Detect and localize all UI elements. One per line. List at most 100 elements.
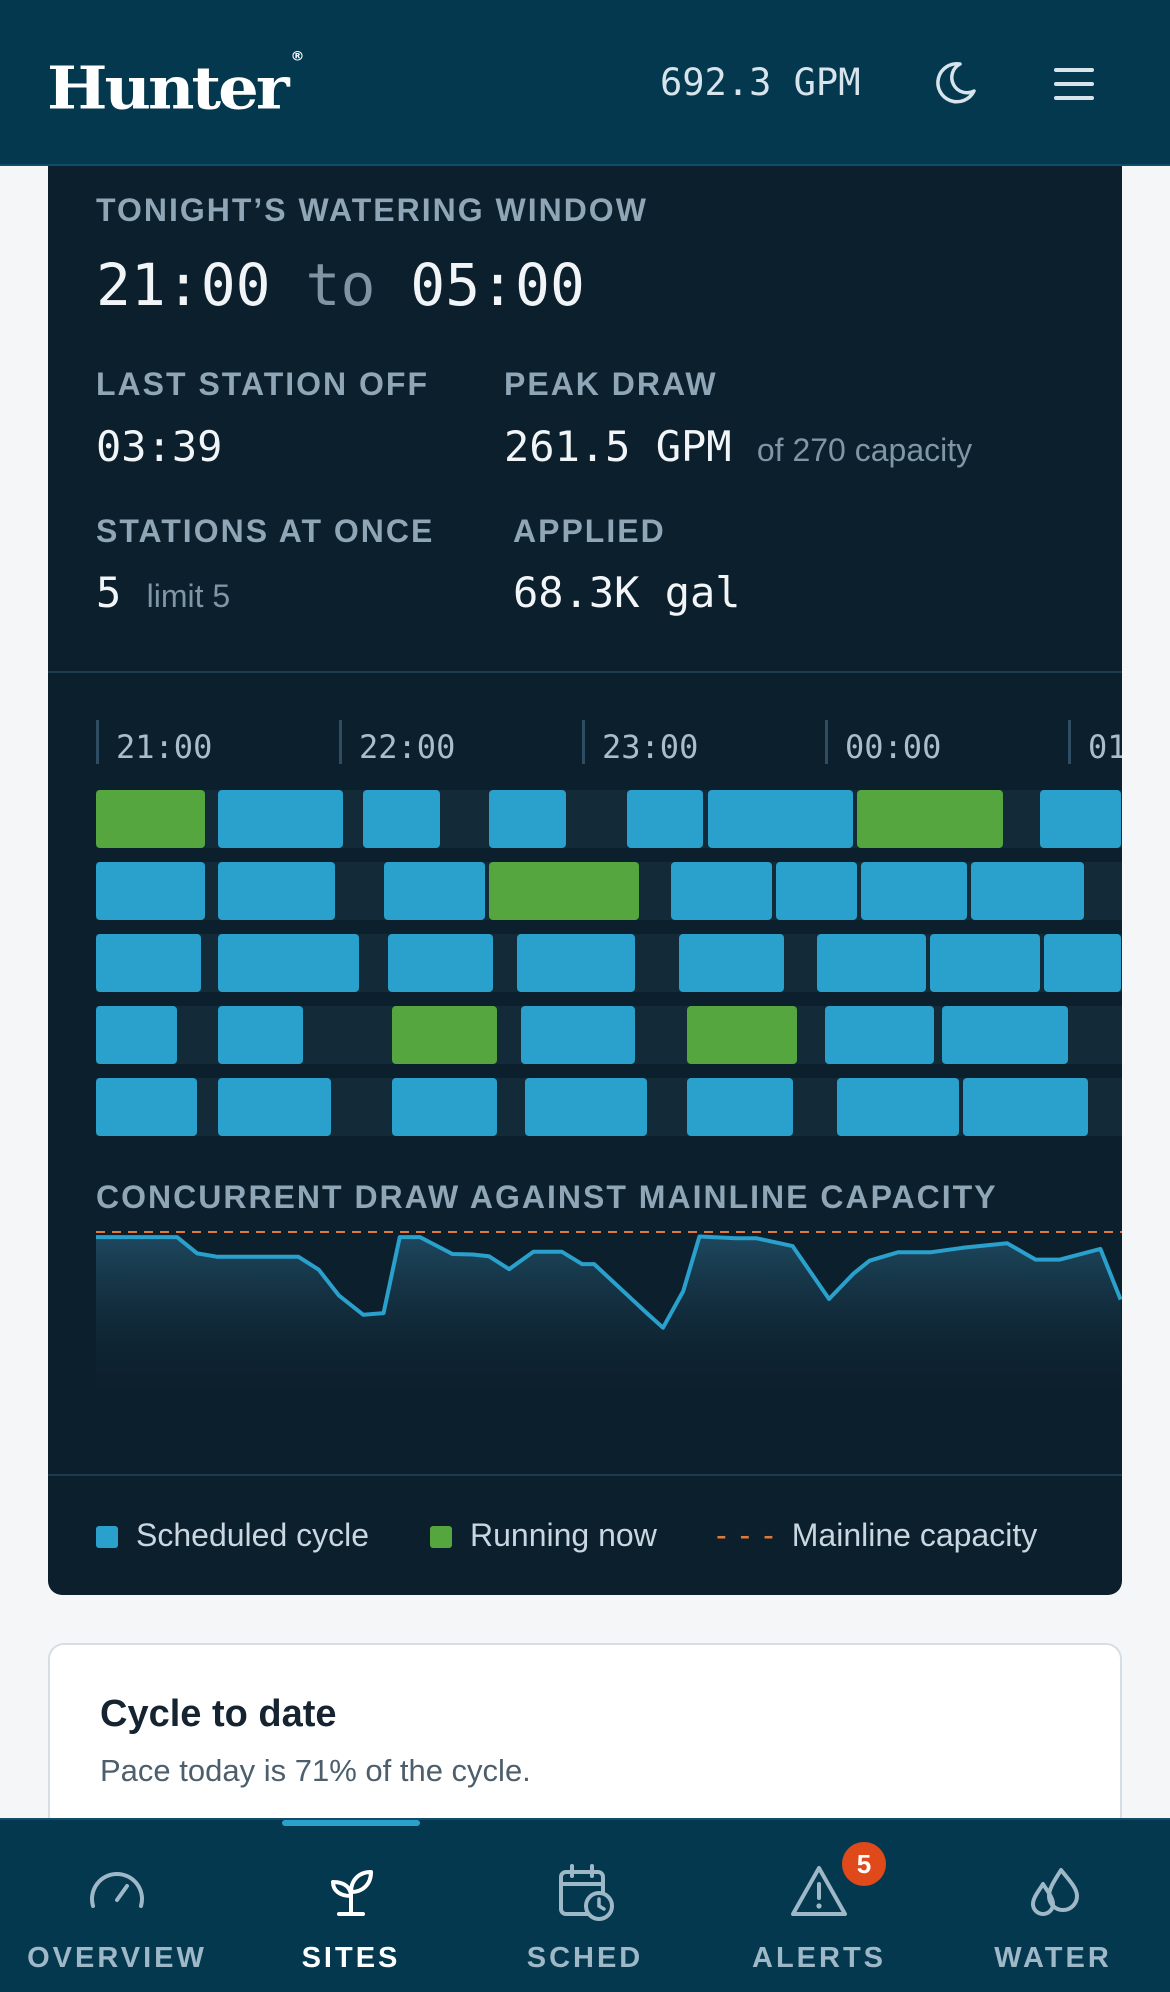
nav-water-label: WATER: [994, 1942, 1112, 1974]
stations-at-once-value: 5 limit 5: [96, 568, 230, 617]
gauge-icon: [90, 1872, 144, 1908]
registered-mark: ®: [290, 49, 305, 64]
card-divider: [48, 671, 1122, 673]
scheduled-cycle-bar[interactable]: [861, 862, 967, 920]
legend-running-label: Running now: [470, 1517, 657, 1553]
stations-at-once-label: STATIONS AT ONCE: [96, 513, 435, 549]
scheduled-cycle-bar[interactable]: [942, 1006, 1068, 1064]
last-station-off-label: LAST STATION OFF: [96, 366, 429, 402]
timeline-tick: [582, 720, 585, 764]
timeline-tick-label: 22:00: [359, 728, 456, 766]
water-drops-icon: [1031, 1868, 1079, 1916]
legend-capacity: - - - Mainline capacity: [716, 1515, 1037, 1555]
hunter-logo[interactable]: Hunter ®: [47, 49, 305, 124]
nav-alerts-label: ALERTS: [752, 1942, 886, 1974]
scheduled-swatch: [96, 1526, 118, 1548]
peak-draw-number: 261.5 GPM: [504, 422, 732, 471]
nav-overview[interactable]: OVERVIEW: [0, 1820, 234, 1992]
scheduled-cycle-bar[interactable]: [970, 862, 1085, 920]
nav-water[interactable]: WATER: [936, 1820, 1170, 1992]
timeline-tick: [1068, 720, 1071, 764]
scheduled-cycle-bar[interactable]: [96, 934, 202, 992]
legend-capacity-label: Mainline capacity: [791, 1517, 1038, 1553]
scheduled-cycle-bar[interactable]: [687, 1078, 793, 1136]
draw-area-chart: [96, 1231, 1122, 1394]
scheduled-cycle-bar[interactable]: [488, 790, 566, 848]
scheduled-cycle-bar[interactable]: [525, 1078, 647, 1136]
moon-icon[interactable]: [930, 58, 980, 108]
last-station-off-value: 03:39: [96, 422, 223, 471]
scheduled-cycle-bar[interactable]: [521, 1006, 635, 1064]
scheduled-cycle-bar[interactable]: [825, 1006, 935, 1064]
scheduled-cycle-bar[interactable]: [962, 1078, 1089, 1136]
scheduled-cycle-bar[interactable]: [1043, 934, 1121, 992]
scheduled-cycle-bar[interactable]: [96, 1078, 198, 1136]
scheduled-cycle-bar[interactable]: [96, 1006, 177, 1064]
scheduled-cycle-bar[interactable]: [96, 862, 206, 920]
capacity-dash-swatch: - - -: [716, 1517, 776, 1553]
scheduled-cycle-bar[interactable]: [837, 1078, 959, 1136]
scheduled-cycle-bar[interactable]: [707, 790, 854, 848]
window-label: TONIGHT’S WATERING WINDOW: [96, 192, 648, 228]
scheduled-cycle-bar[interactable]: [816, 934, 927, 992]
draw-area-fill: [96, 1236, 1122, 1394]
running-swatch: [430, 1526, 452, 1548]
nav-overview-label: OVERVIEW: [27, 1942, 207, 1974]
nav-sched-label: SCHED: [526, 1942, 644, 1974]
timeline-tick: [96, 720, 99, 764]
scheduled-cycle-bar[interactable]: [1039, 790, 1121, 848]
window-start: 21:00: [96, 251, 271, 319]
legend-scheduled-label: Scheduled cycle: [136, 1517, 370, 1553]
scheduled-cycle-bar[interactable]: [517, 934, 635, 992]
stations-limit: limit 5: [146, 578, 231, 614]
draw-chart-title: CONCURRENT DRAW AGAINST MAINLINE CAPACIT…: [96, 1179, 998, 1215]
scheduled-cycle-bar[interactable]: [217, 1078, 331, 1136]
nav-sched[interactable]: SCHED: [468, 1820, 702, 1992]
station-timeline[interactable]: 21:00 22:00 23:00 00:00 01:00: [48, 720, 1122, 1140]
legend-running: Running now: [430, 1515, 657, 1555]
stations-number: 5: [96, 568, 122, 617]
scheduled-cycle-bar[interactable]: [671, 862, 773, 920]
active-tab-indicator: [282, 1820, 420, 1826]
scheduled-cycle-bar[interactable]: [930, 934, 1040, 992]
window-to: to: [305, 251, 376, 319]
nav-sites-label: SITES: [301, 1942, 401, 1974]
timeline-tick-label: 01:00: [1088, 728, 1122, 766]
timeline-tick: [339, 720, 342, 764]
running-cycle-bar[interactable]: [391, 1006, 497, 1064]
flow-readout: 692.3 GPM: [660, 61, 861, 104]
scheduled-cycle-bar[interactable]: [217, 790, 344, 848]
scheduled-cycle-bar[interactable]: [217, 1006, 303, 1064]
running-cycle-bar[interactable]: [488, 862, 639, 920]
scheduled-cycle-bar[interactable]: [626, 790, 704, 848]
bottom-nav: OVERVIEW SITES SCHED ALERTS WATER: [0, 1818, 1170, 1992]
scheduled-cycle-bar[interactable]: [363, 790, 441, 848]
scheduled-cycle-bar[interactable]: [776, 862, 858, 920]
peak-draw-value: 261.5 GPM of 270 capacity: [504, 422, 972, 471]
running-cycle-bar[interactable]: [857, 790, 1004, 848]
scheduled-cycle-bar[interactable]: [383, 862, 485, 920]
cycle-card-subtitle: Pace today is 71% of the cycle.: [100, 1753, 531, 1788]
hamburger-menu-icon[interactable]: [1050, 62, 1098, 106]
window-end: 05:00: [410, 251, 585, 319]
alerts-badge: 5: [842, 1842, 886, 1886]
scheduled-cycle-bar[interactable]: [217, 934, 360, 992]
brand-name: Hunter: [47, 54, 290, 124]
scheduled-cycle-bar[interactable]: [391, 1078, 497, 1136]
peak-draw-note: of 270 capacity: [756, 432, 973, 468]
legend-divider: [48, 1474, 1122, 1476]
scheduled-cycle-bar[interactable]: [679, 934, 785, 992]
running-cycle-bar[interactable]: [96, 790, 206, 848]
timeline-tick-label: 21:00: [116, 728, 213, 766]
nav-sites[interactable]: SITES: [234, 1820, 468, 1992]
warning-triangle-icon: [791, 1866, 847, 1916]
running-cycle-bar[interactable]: [687, 1006, 797, 1064]
scheduled-cycle-bar[interactable]: [387, 934, 493, 992]
window-range: 21:00 to 05:00: [96, 252, 585, 318]
scheduled-cycle-bar[interactable]: [217, 862, 335, 920]
app-header: Hunter ® 692.3 GPM: [0, 0, 1170, 166]
cycle-card-title: Cycle to date: [100, 1693, 337, 1735]
nav-alerts[interactable]: ALERTS: [702, 1820, 936, 1992]
timeline-tick-label: 00:00: [845, 728, 942, 766]
applied-label: APPLIED: [513, 513, 666, 549]
